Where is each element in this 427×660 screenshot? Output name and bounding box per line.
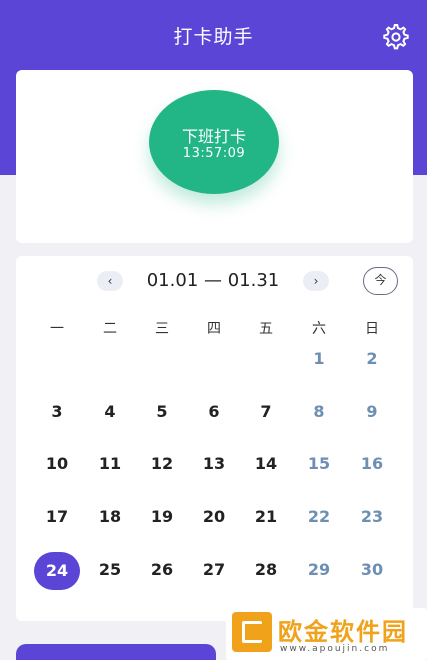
calendar-day[interactable]: 28 bbox=[243, 552, 289, 588]
calendar-day[interactable]: 5 bbox=[139, 394, 185, 430]
weekday-header: 五 bbox=[259, 321, 273, 337]
calendar-card: ‹ 01.01 — 01.31 › 今 一二三四五六日 1 2 3 4 5 6 7 8 9 10 11… bbox=[16, 256, 413, 621]
calendar-day[interactable]: 16 bbox=[349, 446, 395, 482]
gear-icon[interactable] bbox=[381, 22, 411, 52]
app-screen: 打卡助手 下班打卡 13:57:09 ‹ 01.01 — 01.31 › 今 一… bbox=[0, 0, 427, 660]
watermark-logo-icon bbox=[232, 612, 272, 652]
punch-time: 13:57:09 bbox=[182, 146, 246, 161]
calendar-day[interactable]: 9 bbox=[349, 394, 395, 430]
weekday-header: 六 bbox=[312, 321, 326, 337]
weekday-header: 一 bbox=[50, 321, 64, 337]
calendar-day[interactable]: 30 bbox=[349, 552, 395, 588]
calendar-day[interactable]: 1 bbox=[296, 341, 342, 377]
watermark: 欧金软件园 www.apoujin.com bbox=[226, 608, 427, 660]
watermark-name: 欧金软件园 bbox=[278, 618, 408, 646]
calendar-day[interactable]: 20 bbox=[191, 499, 237, 535]
calendar-day[interactable]: 23 bbox=[349, 499, 395, 535]
punch-label: 下班打卡 bbox=[181, 127, 246, 146]
calendar-day[interactable]: 4 bbox=[87, 394, 133, 430]
calendar-day[interactable]: 27 bbox=[191, 552, 237, 588]
calendar-day[interactable]: 19 bbox=[139, 499, 185, 535]
weekday-header: 三 bbox=[155, 321, 169, 337]
calendar-day[interactable]: 26 bbox=[139, 552, 185, 588]
watermark-url: www.apoujin.com bbox=[280, 644, 390, 654]
calendar-day[interactable]: 29 bbox=[296, 552, 342, 588]
punch-button[interactable]: 下班打卡 13:57:09 bbox=[149, 90, 279, 194]
calendar-day[interactable]: 12 bbox=[139, 446, 185, 482]
calendar-day[interactable]: 7 bbox=[243, 394, 289, 430]
weekday-header: 二 bbox=[103, 321, 117, 337]
calendar-grid: 一二三四五六日 1 2 3 4 5 6 7 8 9 10 11 12 13 14 15 16 17 18 19 20 21… bbox=[16, 256, 413, 621]
calendar-day[interactable]: 18 bbox=[87, 499, 133, 535]
calendar-day[interactable]: 2 bbox=[349, 341, 395, 377]
calendar-day[interactable]: 6 bbox=[191, 394, 237, 430]
calendar-day[interactable]: 3 bbox=[34, 394, 80, 430]
top-bar: 打卡助手 bbox=[0, 0, 427, 70]
calendar-day[interactable]: 14 bbox=[243, 446, 289, 482]
calendar-day[interactable]: 11 bbox=[87, 446, 133, 482]
weekday-header: 四 bbox=[207, 321, 221, 337]
calendar-day[interactable]: 8 bbox=[296, 394, 342, 430]
punch-card: 下班打卡 13:57:09 bbox=[16, 70, 413, 243]
calendar-day[interactable]: 22 bbox=[296, 499, 342, 535]
bottom-action-bar[interactable] bbox=[16, 644, 216, 660]
weekday-header: 日 bbox=[365, 321, 379, 337]
calendar-day[interactable]: 15 bbox=[296, 446, 342, 482]
calendar-day[interactable]: 21 bbox=[243, 499, 289, 535]
app-title: 打卡助手 bbox=[173, 26, 254, 48]
calendar-day-selected[interactable]: 24 bbox=[34, 552, 80, 590]
calendar-day[interactable]: 13 bbox=[191, 446, 237, 482]
calendar-day[interactable]: 17 bbox=[34, 499, 80, 535]
calendar-day[interactable]: 25 bbox=[87, 552, 133, 588]
calendar-day[interactable]: 10 bbox=[34, 446, 80, 482]
